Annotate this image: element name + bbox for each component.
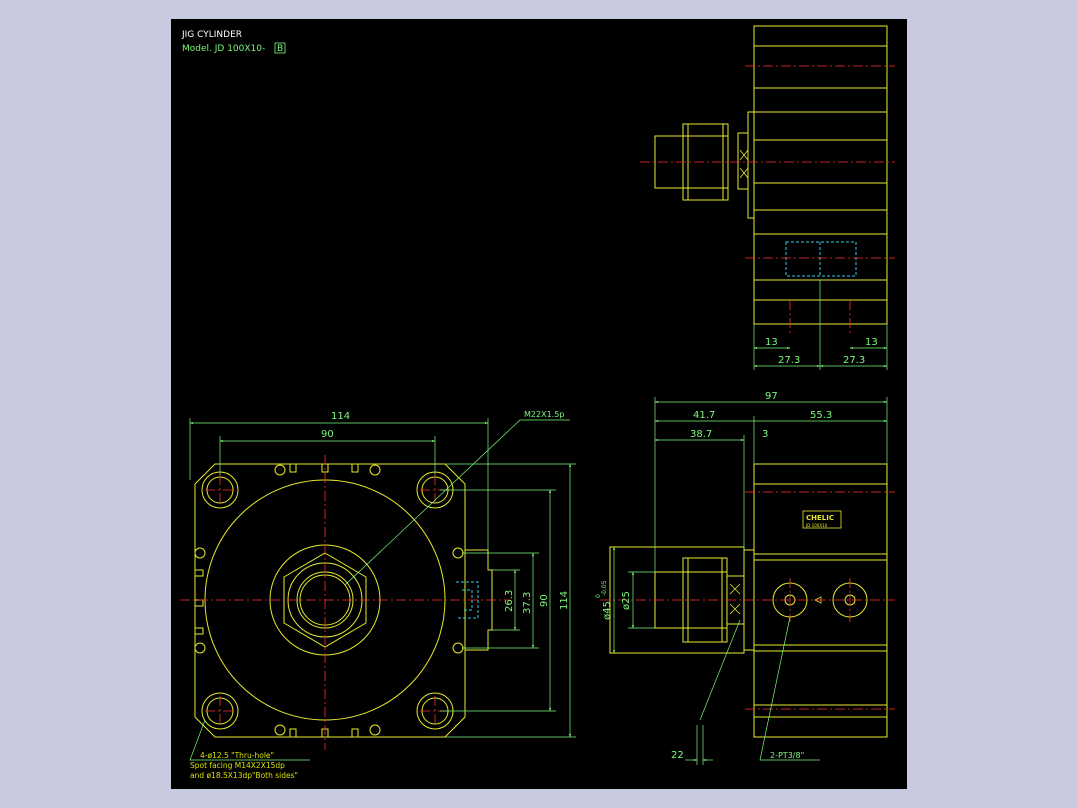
cad-viewer: JIG CYLINDER Model. JD 100X10- B 114 90 …: [0, 0, 1078, 808]
dim-top-left-offset: 13: [765, 337, 778, 348]
label-plate-brand: CHELIC: [806, 514, 834, 522]
dim-front-thread-callout: M22X1.5p: [524, 410, 564, 419]
dim-top-right-half: 27.3: [843, 355, 865, 366]
dim-front-overall-width: 114: [331, 411, 350, 422]
note-hole-line2: Spot facing M14X2X15dp: [190, 761, 285, 770]
dim-side-body-left: 41.7: [693, 410, 715, 421]
front-view-top-slots: [289, 464, 359, 473]
side-view: [609, 463, 888, 738]
dim-top-right-offset: 13: [865, 337, 878, 348]
top-view-body: [753, 25, 888, 325]
title-block: JIG CYLINDER Model. JD 100X10- B: [181, 30, 286, 54]
dim-side-piston-tol: -0.05: [601, 580, 608, 596]
top-view-piston-head: [737, 132, 749, 190]
top-view-flange: [747, 111, 755, 219]
top-view-dimensions: [753, 280, 888, 370]
dim-side-flange: 3: [762, 429, 768, 440]
top-view-dimension-texts: 13 13 27.3 27.3: [765, 337, 878, 366]
note-hole-line1: 4-ø12.5 "Thru-hole": [200, 751, 274, 760]
cad-drawing: JIG CYLINDER Model. JD 100X10- B 114 90 …: [180, 25, 895, 780]
dim-front-bolt-pitch-y: 90: [539, 594, 550, 607]
front-view-corner-holes: [201, 471, 454, 730]
top-view-hidden-bore: [785, 241, 857, 277]
dim-side-wrench-flat: 22: [671, 750, 684, 761]
dim-side-rod-length: 38.7: [690, 429, 712, 440]
dim-side-piston-dia: ø45: [602, 601, 613, 620]
dim-front-overall-height: 114: [559, 591, 570, 610]
top-view: [654, 25, 888, 325]
title-line1: JIG CYLINDER: [181, 30, 242, 40]
dim-front-port-pitch-small: 26.3: [504, 590, 515, 612]
dim-side-overall-length: 97: [765, 391, 778, 402]
dim-side-port-note: 2-PT3/8": [770, 751, 804, 760]
label-plate-sub: JD-100X10: [805, 523, 828, 528]
dim-front-port-pitch-large: 37.3: [522, 592, 533, 614]
title-line2: Model. JD 100X10-: [182, 44, 265, 54]
front-view-dimensions: [189, 418, 576, 761]
dim-side-body-right: 55.3: [810, 410, 832, 421]
side-view-centerlines: [600, 491, 895, 710]
dim-front-bolt-pitch-x: 90: [321, 429, 334, 440]
dim-top-left-half: 27.3: [778, 355, 800, 366]
label-plate: CHELIC JD-100X10: [802, 510, 842, 529]
front-view: [194, 463, 493, 738]
title-model-suffix: B: [277, 44, 283, 54]
note-hole-line3: and ø18.5X13dp"Both sides": [190, 771, 298, 780]
dim-side-rod-dia: ø25: [621, 591, 632, 610]
front-view-bottom-slots: [289, 728, 359, 737]
front-view-left-slots: [195, 569, 204, 635]
top-view-centerlines: [640, 65, 895, 336]
dim-side-piston-tol-top: 0: [595, 594, 602, 598]
